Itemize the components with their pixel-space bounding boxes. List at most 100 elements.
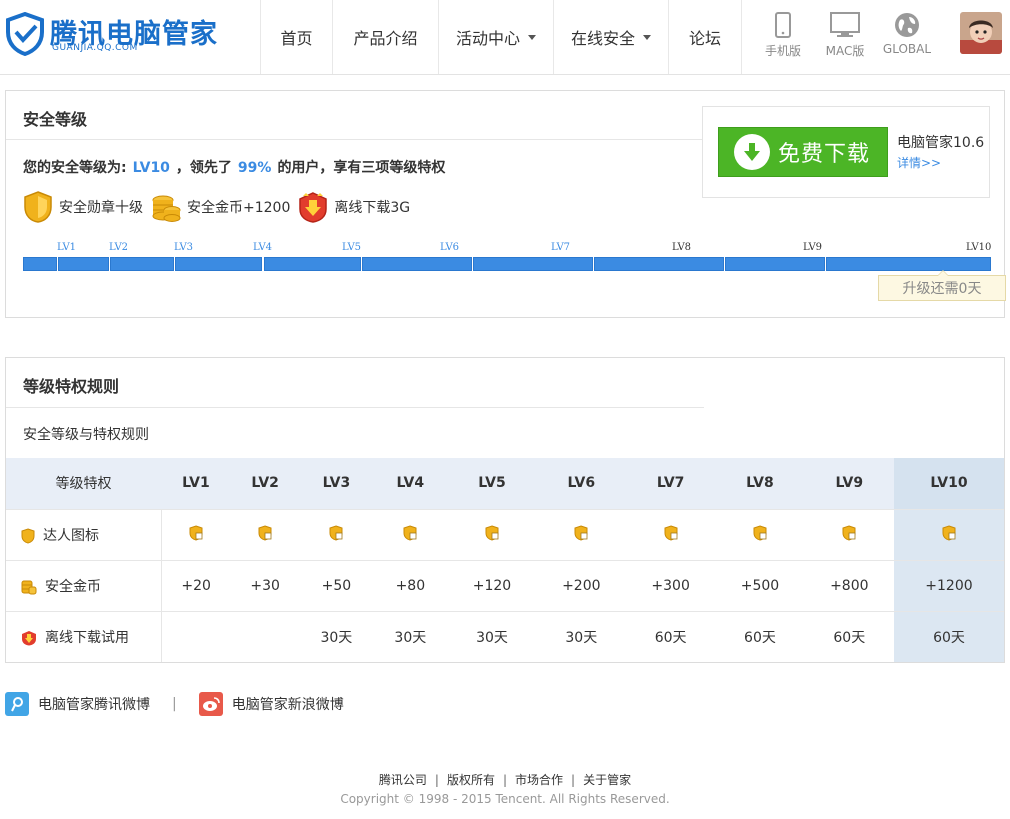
table-cell bbox=[625, 509, 716, 561]
security-level-title: 安全等级 bbox=[23, 110, 88, 129]
privilege-offline-download-label: 离线下载3G bbox=[334, 200, 411, 216]
rank-percent: 99% bbox=[237, 160, 272, 176]
level-progress-bar: LV1 LV2 LV3 LV4 LV5 LV6 LV7 LV8 LV9 LV10 bbox=[23, 242, 991, 271]
level-segment-7 bbox=[473, 257, 593, 271]
table-header-lv7: LV7 bbox=[625, 458, 716, 510]
nav-online-security-label: 在线安全 bbox=[571, 29, 636, 48]
monitor-icon bbox=[830, 12, 860, 37]
footer-link-copyright[interactable]: 版权所有 bbox=[447, 773, 495, 787]
social-links: 电脑管家腾讯微博 | 电脑管家新浪微博 bbox=[5, 692, 344, 716]
platform-mac-label: MAC版 bbox=[825, 44, 865, 58]
table-row-badge: 达人图标 bbox=[6, 509, 1004, 561]
level-label-9: LV9 bbox=[803, 242, 823, 253]
table-header-row: 等级特权 LV1 LV2 LV3 LV4 LV5 LV6 LV7 LV8 LV9 LV10 bbox=[6, 458, 1004, 510]
level-segment-4 bbox=[175, 257, 262, 271]
privilege-coins-label: 安全金币+1200 bbox=[187, 200, 291, 216]
avatar[interactable] bbox=[960, 12, 1002, 54]
table-header-lv6: LV6 bbox=[536, 458, 626, 510]
coins-icon bbox=[21, 580, 37, 594]
coins-icon bbox=[152, 195, 181, 222]
free-download-button[interactable]: 免费下载 bbox=[718, 127, 888, 177]
table-header-lv10: LV10 bbox=[893, 458, 1004, 510]
table-cell: 60天 bbox=[654, 629, 687, 646]
social-separator: | bbox=[172, 696, 177, 712]
table-header-lv5: LV5 bbox=[447, 458, 537, 510]
nav-home[interactable]: 首页 bbox=[260, 0, 332, 74]
platform-mac[interactable]: MAC版 bbox=[814, 0, 876, 74]
footer-separator: | bbox=[434, 773, 439, 787]
level-segment-1 bbox=[23, 257, 57, 271]
platform-mobile-label: 手机版 bbox=[764, 44, 801, 58]
table-header-lv9: LV9 bbox=[804, 458, 894, 510]
row-label-coins: 安全金币 bbox=[6, 560, 162, 612]
table-cell: 30天 bbox=[565, 629, 598, 646]
level-segment-9 bbox=[725, 257, 825, 271]
medal-icon bbox=[21, 527, 35, 544]
table-row-offline: 离线下载试用 30天 30天 30天 30天 60天 60天 60天 60天 bbox=[6, 611, 1004, 662]
level-rules-panel: 等级特权规则 安全等级与特权规则 等级特权 LV1 LV2 LV3 LV4 LV5 LV6… bbox=[5, 357, 1005, 663]
level-rules-title: 等级特权规则 bbox=[23, 377, 120, 396]
copyright: Copyright © 1998 - 2015 Tencent. All Rig… bbox=[340, 792, 670, 806]
site-logo[interactable]: 腾讯电脑管家 GUANJIA.QQ.COM bbox=[4, 10, 244, 60]
level-segment-10 bbox=[826, 257, 991, 271]
row-label-offline-text: 离线下载试用 bbox=[45, 629, 129, 646]
level-segment-2 bbox=[58, 257, 109, 271]
level-label-3: LV3 bbox=[174, 242, 194, 253]
level-label-2: LV2 bbox=[109, 242, 129, 253]
medal-icon bbox=[24, 191, 52, 223]
row-label-badge: 达人图标 bbox=[6, 509, 162, 561]
table-cell bbox=[373, 509, 448, 561]
privilege-table: 等级特权 LV1 LV2 LV3 LV4 LV5 LV6 LV7 LV8 LV9 LV10 达人图… bbox=[6, 458, 1004, 662]
table-cell: +20 bbox=[161, 560, 231, 612]
level-badge-icon bbox=[189, 524, 203, 541]
level-badge-icon bbox=[842, 524, 856, 541]
level-rules-subtitle: 安全等级与特权规则 bbox=[23, 427, 149, 443]
nav-activities[interactable]: 活动中心 bbox=[438, 0, 553, 74]
privilege-medal-label: 安全勋章十级 bbox=[59, 200, 143, 216]
footer-link-about[interactable]: 关于管家 bbox=[583, 773, 631, 787]
level-segment-5 bbox=[264, 257, 361, 271]
nav-products[interactable]: 产品介绍 bbox=[332, 0, 438, 74]
level-segment-6 bbox=[362, 257, 472, 271]
current-level: LV10 bbox=[132, 160, 170, 176]
level-badge-icon bbox=[485, 524, 499, 541]
nav-online-security[interactable]: 在线安全 bbox=[553, 0, 668, 74]
table-header-first: 等级特权 bbox=[6, 458, 161, 510]
table-header-lv8: LV8 bbox=[715, 458, 805, 510]
platform-global[interactable]: GLOBAL bbox=[876, 0, 938, 74]
level-segment-3 bbox=[110, 257, 174, 271]
row-label-badge-text: 达人图标 bbox=[43, 527, 99, 544]
platform-global-label: GLOBAL bbox=[882, 42, 932, 56]
sina-weibo-link[interactable]: 电脑管家新浪微博 bbox=[198, 692, 344, 716]
site-header: 腾讯电脑管家 GUANJIA.QQ.COM 首页 产品介绍 活动中心 在线安全 … bbox=[0, 0, 1010, 75]
row-label-offline: 离线下载试用 bbox=[6, 611, 162, 662]
platform-mobile[interactable]: 手机版 bbox=[752, 0, 814, 74]
table-cell: 30天 bbox=[476, 629, 508, 646]
table-cell: +80 bbox=[373, 560, 448, 612]
level-label-7: LV7 bbox=[551, 242, 571, 253]
nav-activities-label: 活动中心 bbox=[456, 29, 521, 48]
level-badge-icon bbox=[574, 524, 588, 541]
table-cell: +1200 bbox=[893, 560, 1004, 612]
level-badge-icon bbox=[753, 524, 767, 541]
table-cell: 60天 bbox=[893, 611, 1004, 662]
security-level-summary: 您的安全等级为: LV10 ，领先了 99% 的用户，享有三项等级特权 bbox=[23, 157, 445, 177]
globe-icon bbox=[895, 13, 919, 37]
table-cell bbox=[299, 509, 374, 561]
level-badge-icon bbox=[403, 524, 417, 541]
table-cell bbox=[536, 509, 626, 561]
footer-link-market[interactable]: 市场合作 bbox=[515, 773, 563, 787]
footer-separator: | bbox=[502, 773, 508, 787]
details-link[interactable]: 详情>> bbox=[897, 154, 941, 171]
nav-home-label: 首页 bbox=[280, 29, 313, 48]
footer-link-tencent[interactable]: 腾讯公司 bbox=[379, 773, 427, 787]
tencent-weibo-icon bbox=[5, 692, 29, 716]
table-cell: +200 bbox=[536, 560, 626, 612]
table-cell bbox=[893, 509, 1004, 561]
sina-weibo-icon bbox=[198, 692, 223, 716]
nav-forum[interactable]: 论坛 bbox=[668, 0, 742, 74]
table-cell bbox=[447, 509, 537, 561]
table-cell: 30天 bbox=[394, 629, 427, 646]
tencent-weibo-link[interactable]: 电脑管家腾讯微博 bbox=[5, 692, 150, 716]
chevron-down-icon bbox=[643, 34, 652, 40]
